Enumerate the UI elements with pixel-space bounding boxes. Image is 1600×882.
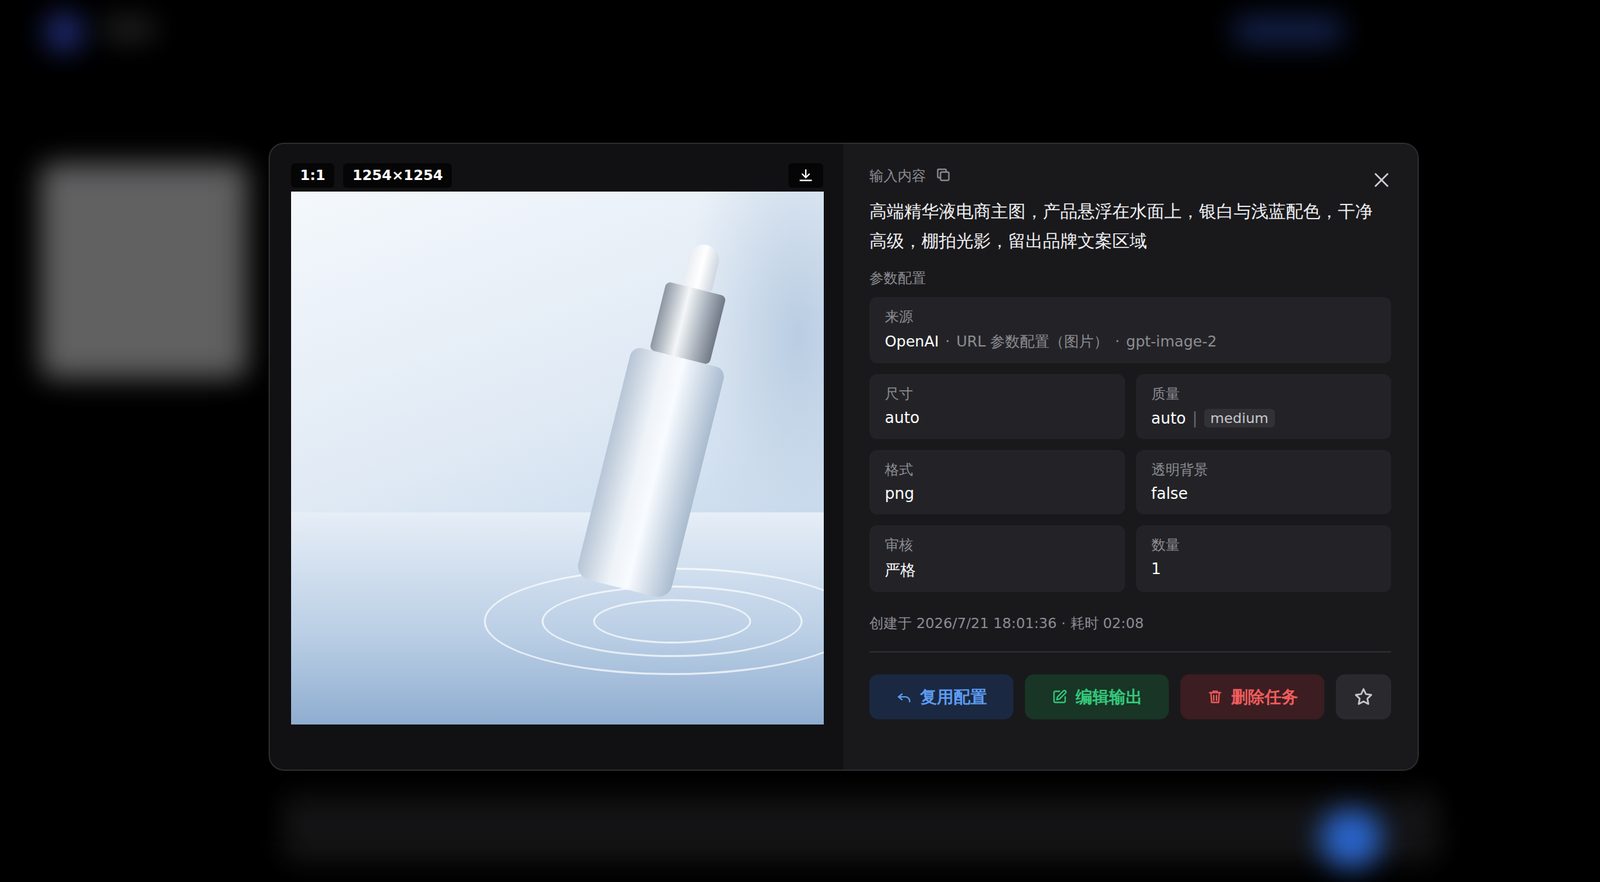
close-button[interactable] xyxy=(1369,168,1394,192)
source-card: 来源 OpenAI · URL 参数配置（图片） · gpt-image-2 xyxy=(869,296,1392,364)
param-separator: | xyxy=(1192,409,1198,428)
source-part: URL 参数配置（图片） xyxy=(956,331,1109,352)
image-badges: 1:1 1254×1254 xyxy=(291,163,452,188)
prompt-text: 高端精华液电商主图，产品悬浮在水面上，银白与浅蓝配色，干净高级，棚拍光影，留出品… xyxy=(869,196,1392,256)
param-value-text: 1 xyxy=(1151,559,1162,578)
param-card: 透明背景 false xyxy=(1136,449,1392,515)
param-chip: medium xyxy=(1204,408,1275,428)
reply-arrow-icon[interactable] xyxy=(895,688,913,705)
action-bar: 复用配置 编辑输出 删除任务 xyxy=(869,674,1392,720)
param-label: 格式 xyxy=(884,460,1110,480)
task-meta: 创建于 2026/7/21 18:01:36 · 耗时 02:08 xyxy=(869,613,1392,633)
task-detail-dialog: 1:1 1254×1254 输入内容高端精华液电商主图，产品悬浮在水面上，银白与浅蓝… xyxy=(268,142,1419,771)
param-label: 质量 xyxy=(1151,384,1377,404)
star-icon[interactable] xyxy=(1353,686,1374,707)
param-value: auto | medium xyxy=(1151,408,1377,428)
param-value: 严格 xyxy=(884,559,1110,581)
param-label: 数量 xyxy=(1151,535,1377,555)
source-label: 来源 xyxy=(884,307,1376,327)
edit-icon[interactable] xyxy=(1051,688,1068,705)
button-label[interactable]: 删除任务 xyxy=(1231,685,1298,709)
param-card: 格式 png xyxy=(869,449,1126,515)
source-part: OpenAI xyxy=(884,332,939,350)
param-value-text: auto xyxy=(1151,409,1187,428)
param-card: 数量 1 xyxy=(1136,524,1392,592)
reuse-button[interactable]: 复用配置 xyxy=(869,674,1014,720)
copy-button[interactable] xyxy=(934,166,952,186)
size-badge: 1254×1254 xyxy=(343,163,452,188)
source-part: · xyxy=(1114,332,1120,350)
delete-button[interactable]: 删除任务 xyxy=(1180,674,1325,720)
param-value-text: 严格 xyxy=(884,559,916,581)
divider xyxy=(869,650,1392,653)
button-label[interactable]: 复用配置 xyxy=(920,685,987,709)
close-icon[interactable] xyxy=(1371,169,1392,191)
button-label[interactable]: 编辑输出 xyxy=(1075,685,1143,709)
prompt-label: 输入内容 xyxy=(869,166,926,186)
param-label: 透明背景 xyxy=(1151,460,1377,480)
download-icon[interactable] xyxy=(797,167,815,184)
source-part: gpt-image-2 xyxy=(1126,332,1218,350)
param-value: false xyxy=(1151,484,1377,503)
param-card: 质量 auto | medium xyxy=(1136,373,1392,439)
edit-button[interactable]: 编辑输出 xyxy=(1024,674,1169,720)
param-value: 1 xyxy=(1151,559,1377,578)
source-part: · xyxy=(945,332,950,350)
download-button[interactable] xyxy=(788,163,824,188)
params-grid: 尺寸 auto 质量 auto | medium 格式 png 透明背景 false 审核严格 数量 1 xyxy=(869,373,1392,592)
aspect-badge: 1:1 xyxy=(291,163,335,188)
generated-image[interactable] xyxy=(291,191,824,725)
param-value-text: false xyxy=(1151,484,1189,503)
param-label: 审核 xyxy=(884,535,1110,555)
copy-icon[interactable] xyxy=(934,166,952,184)
image-panel: 1:1 1254×1254 xyxy=(269,143,844,770)
prompt-header: 输入内容 xyxy=(869,163,1392,189)
details-panel: 输入内容高端精华液电商主图，产品悬浮在水面上，银白与浅蓝配色，干净高级，棚拍光影… xyxy=(843,143,1418,770)
param-card: 尺寸 auto xyxy=(869,373,1126,439)
favorite-button[interactable] xyxy=(1335,674,1392,720)
image-toolbar: 1:1 1254×1254 xyxy=(291,163,824,188)
param-card: 审核严格 xyxy=(869,524,1126,592)
trash-icon[interactable] xyxy=(1206,688,1224,705)
param-value: auto xyxy=(884,408,1110,427)
source-value: OpenAI · URL 参数配置（图片） · gpt-image-2 xyxy=(884,331,1376,352)
param-value-text: png xyxy=(884,484,915,503)
params-label: 参数配置 xyxy=(869,268,1392,288)
param-value-text: auto xyxy=(884,408,920,427)
param-label: 尺寸 xyxy=(884,384,1110,404)
param-value: png xyxy=(884,484,1110,503)
